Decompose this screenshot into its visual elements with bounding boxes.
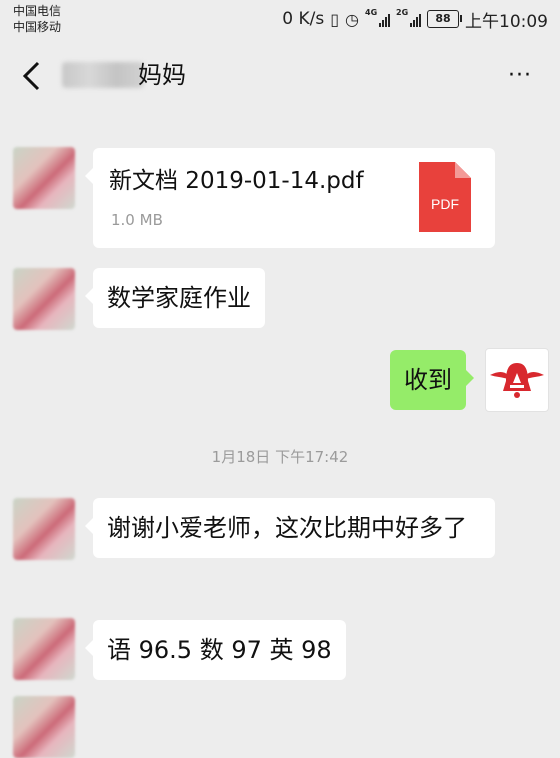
network-speed: 0 K/s	[282, 9, 325, 29]
contact-avatar[interactable]	[13, 696, 75, 758]
pdf-file-icon: PDF	[419, 162, 471, 232]
message-timestamp: 1月18日 下午17:42	[211, 448, 349, 466]
my-avatar[interactable]	[485, 348, 549, 412]
pdf-badge-label: PDF	[431, 196, 459, 212]
signal-4g-icon: 4G	[365, 8, 390, 27]
file-message[interactable]: 新文档 2019-01-14.pdf 1.0 MB PDF	[85, 148, 495, 248]
contact-avatar[interactable]	[13, 618, 75, 680]
contact-avatar[interactable]	[13, 498, 75, 560]
message-text: 收到	[404, 366, 452, 394]
received-message[interactable]: 谢谢小爱老师，这次比期中好多了	[85, 498, 495, 558]
carrier-2: 中国移动	[13, 20, 62, 34]
status-icons: 0 K/s ▯ ◷ 4G 2G 88 上午10:09	[282, 7, 548, 32]
message-text: 语 96.5 数 97 英 98	[107, 636, 332, 664]
message-text: 数学家庭作业	[107, 284, 251, 312]
signal-4g-label: 4G	[365, 8, 378, 17]
chevron-left-icon	[22, 61, 40, 91]
chat-title: 妈妈	[138, 61, 186, 89]
bell-logo-icon	[490, 363, 544, 398]
message-text: 谢谢小爱老师，这次比期中好多了	[107, 514, 467, 542]
contact-avatar[interactable]	[13, 268, 75, 330]
alarm-icon: ◷	[345, 9, 359, 29]
contact-name-blurred	[62, 62, 144, 88]
carrier-names: 中国电信 中国移动	[13, 3, 61, 35]
signal-2g-icon: 2G	[396, 8, 421, 27]
received-message[interactable]: 数学家庭作业	[85, 268, 265, 328]
chat-header: 妈妈 ···	[0, 40, 560, 110]
battery-icon: 88	[427, 10, 462, 28]
vibrate-icon: ▯	[330, 9, 340, 29]
clock: 上午10:09	[465, 11, 548, 32]
file-name: 新文档 2019-01-14.pdf	[109, 168, 364, 194]
sent-message[interactable]: 收到	[390, 350, 474, 410]
carrier-1: 中国电信	[13, 4, 62, 18]
more-options-button[interactable]: ···	[508, 65, 532, 87]
contact-avatar[interactable]	[13, 147, 75, 209]
received-message[interactable]: 语 96.5 数 97 英 98	[85, 620, 346, 680]
file-size: 1.0 MB	[111, 211, 163, 229]
status-bar: 中国电信 中国移动 0 K/s ▯ ◷ 4G 2G 88 上午10:09	[0, 0, 560, 40]
signal-2g-label: 2G	[396, 8, 409, 17]
back-button[interactable]	[20, 56, 50, 94]
